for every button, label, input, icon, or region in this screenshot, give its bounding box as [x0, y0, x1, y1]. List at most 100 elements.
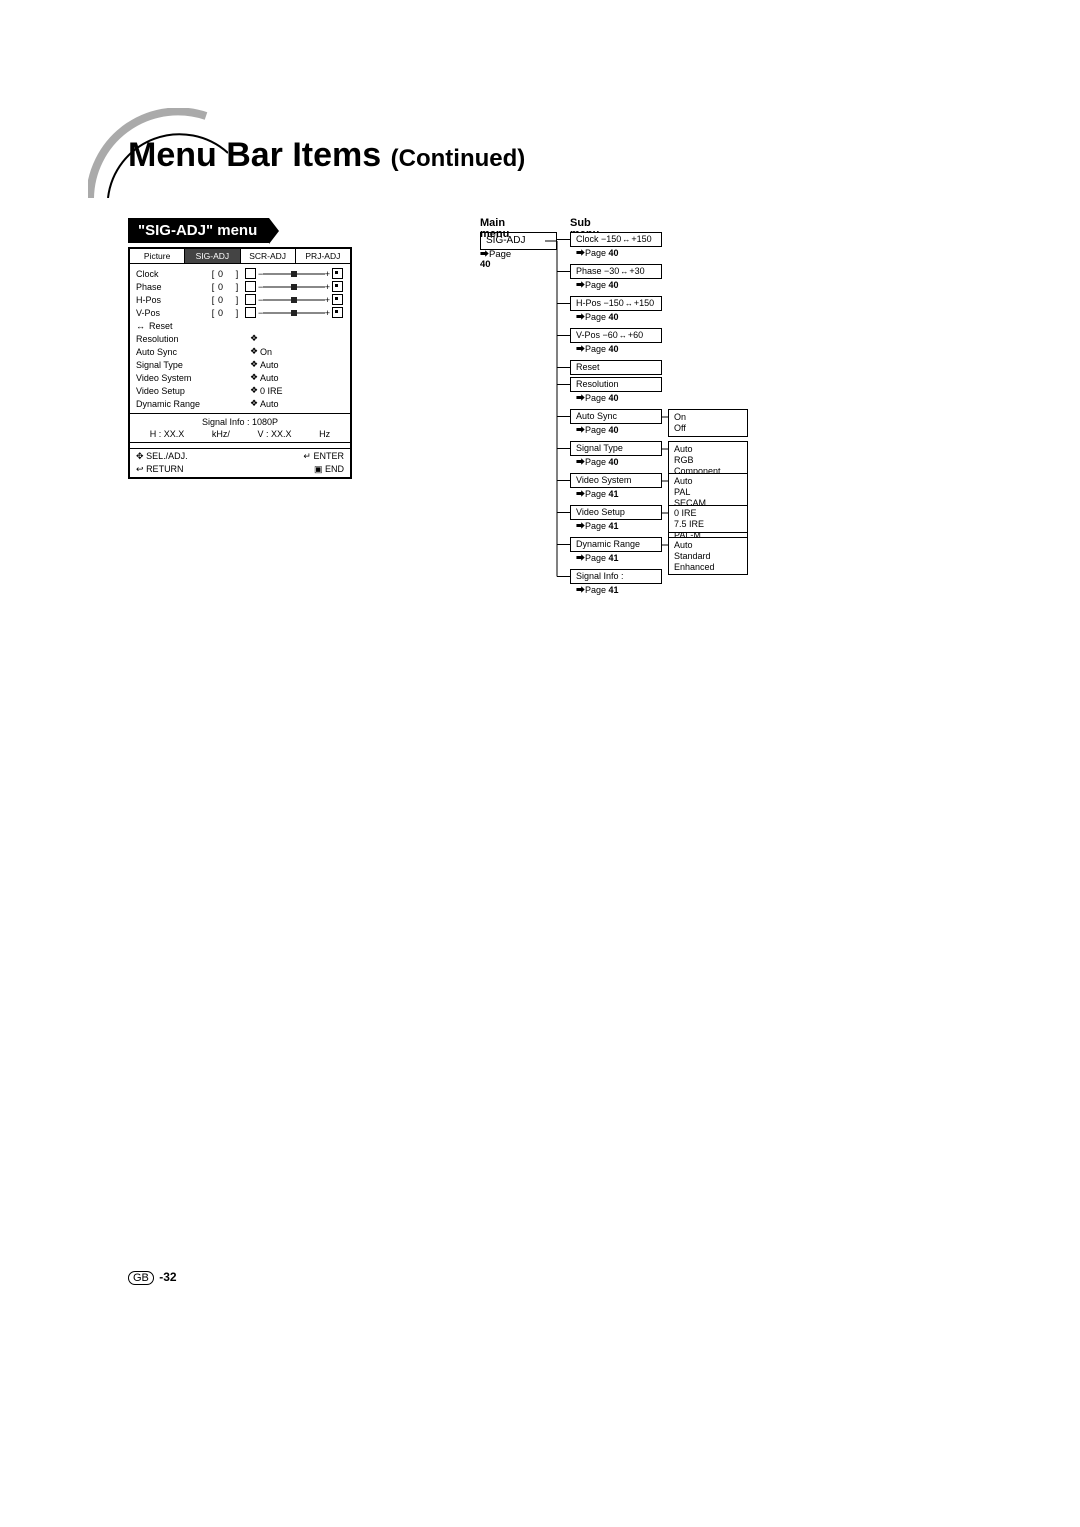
range-max: +150	[631, 234, 651, 244]
end-label: END	[325, 464, 344, 474]
options-box: AutoStandardEnhanced	[668, 537, 748, 575]
slider-track[interactable]	[263, 269, 324, 278]
diamond-icon	[248, 372, 260, 383]
osd-tab[interactable]: SIG-ADJ	[185, 249, 240, 263]
options-col: OnOff	[668, 409, 748, 437]
slider-track[interactable]	[263, 282, 324, 291]
option-row: Signal Type Auto	[136, 358, 344, 371]
range-max: +60	[628, 330, 643, 340]
reset-label: Reset	[149, 321, 173, 331]
slider-track[interactable]	[263, 295, 324, 304]
page-number-ref: 40	[609, 280, 619, 290]
option-item: Auto	[674, 540, 742, 551]
sub-menu-label: Auto Sync	[576, 411, 617, 421]
diamond-icon	[248, 385, 260, 396]
page-ref: Page 40	[576, 458, 662, 467]
page-arrow-icon	[576, 489, 585, 499]
diamond-icon	[248, 359, 260, 370]
slider-plus-icon	[330, 307, 344, 318]
slider-value: 0	[218, 269, 232, 279]
slider-value: 0	[218, 308, 232, 318]
option-label: Video Setup	[136, 386, 248, 396]
osd-tab[interactable]: PRJ-ADJ	[296, 249, 350, 263]
section-tag-label: "SIG-ADJ" menu	[128, 218, 269, 243]
diamond-icon	[248, 346, 260, 357]
page-title: Menu Bar Items (Continued)	[128, 136, 525, 175]
page-arrow-icon	[576, 393, 585, 403]
enter-icon	[303, 451, 311, 461]
sub-menu-label: Phase	[576, 266, 602, 276]
option-row: Resolution	[136, 332, 344, 345]
page-number: GB -32	[128, 1270, 177, 1284]
option-value: 0 IRE	[260, 386, 344, 396]
option-item: Auto	[674, 476, 742, 487]
sub-menu-label: V-Pos	[576, 330, 600, 340]
slider-row: H-Pos[0]−+	[136, 293, 344, 306]
options-box: 0 IRE7.5 IRE	[668, 505, 748, 533]
option-value: On	[260, 347, 344, 357]
slider-row: Clock[0]−+	[136, 267, 344, 280]
option-value: Auto	[260, 373, 344, 383]
range: −30+30	[604, 267, 645, 276]
reset-row: Reset	[136, 319, 344, 332]
osd-tab[interactable]: Picture	[130, 249, 185, 263]
signal-info-label: Signal Info : 1080P	[136, 417, 344, 427]
option-item: PAL	[674, 487, 742, 498]
sub-menu-node: Auto Sync	[570, 409, 662, 424]
page-number-value: -32	[159, 1270, 176, 1284]
range-min: −30	[604, 266, 619, 276]
end-icon	[314, 464, 323, 474]
range-arrow-icon	[622, 235, 630, 244]
sel-adj-icon	[136, 451, 144, 461]
title-continued: (Continued)	[391, 145, 526, 172]
range: −150+150	[604, 299, 655, 308]
sub-menu-label: Signal Info :	[576, 571, 624, 581]
page-number-ref: 40	[609, 248, 619, 258]
option-row: Dynamic Range Auto	[136, 397, 344, 410]
sub-menu-node: V-Pos −60+60	[570, 328, 662, 343]
sub-menu-node: Video Setup	[570, 505, 662, 520]
range-max: +150	[634, 298, 654, 308]
options-col: AutoStandardEnhanced	[668, 537, 748, 575]
sub-menu-label: Resolution	[576, 379, 619, 389]
sub-menu-node: Reset	[570, 360, 662, 375]
option-item: Auto	[674, 444, 742, 455]
diamond-icon	[248, 333, 260, 344]
page-number-ref: 40	[609, 457, 619, 467]
sub-menu-label: Video Setup	[576, 507, 625, 517]
v-freq-label: V : XX.X	[258, 429, 292, 439]
option-label: Video System	[136, 373, 248, 383]
option-label: Resolution	[136, 334, 248, 344]
range-arrow-icon	[625, 299, 633, 308]
slider-minus-icon	[242, 268, 258, 279]
page-number-ref: 41	[609, 553, 619, 563]
page-arrow-icon	[576, 248, 585, 258]
sub-menu-label: Clock	[576, 234, 599, 244]
sub-menu-label: Video System	[576, 475, 631, 485]
main-menu-page-ref: Page 40	[480, 250, 511, 269]
sub-menu-label: Reset	[576, 362, 600, 372]
page-number-ref: 40	[609, 393, 619, 403]
slider-value: 0	[218, 282, 232, 292]
osd-tabs: PictureSIG-ADJSCR-ADJPRJ-ADJ	[130, 249, 350, 264]
sub-menu-label: H-Pos	[576, 298, 601, 308]
osd-tab[interactable]: SCR-ADJ	[241, 249, 296, 263]
osd-menu: PictureSIG-ADJSCR-ADJPRJ-ADJ Clock[0]−+ P…	[128, 247, 352, 479]
reset-icon	[136, 321, 145, 331]
page-number-ref: 40	[609, 425, 619, 435]
page-number-ref: 41	[609, 489, 619, 499]
h-freq-label: H : XX.X	[150, 429, 185, 439]
option-item: Off	[674, 423, 742, 434]
page-arrow-icon	[576, 521, 585, 531]
slider-track[interactable]	[263, 308, 324, 317]
option-row: Auto Sync On	[136, 345, 344, 358]
range: −150+150	[601, 235, 652, 244]
page-number-ref: 40	[609, 344, 619, 354]
option-item: 0 IRE	[674, 508, 742, 519]
h-freq-unit: kHz/	[212, 429, 230, 439]
page-ref: Page 41	[576, 490, 662, 499]
option-value: Auto	[260, 360, 344, 370]
section-tag: "SIG-ADJ" menu	[128, 218, 269, 243]
page-arrow-icon	[576, 553, 585, 563]
option-label: Dynamic Range	[136, 399, 248, 409]
